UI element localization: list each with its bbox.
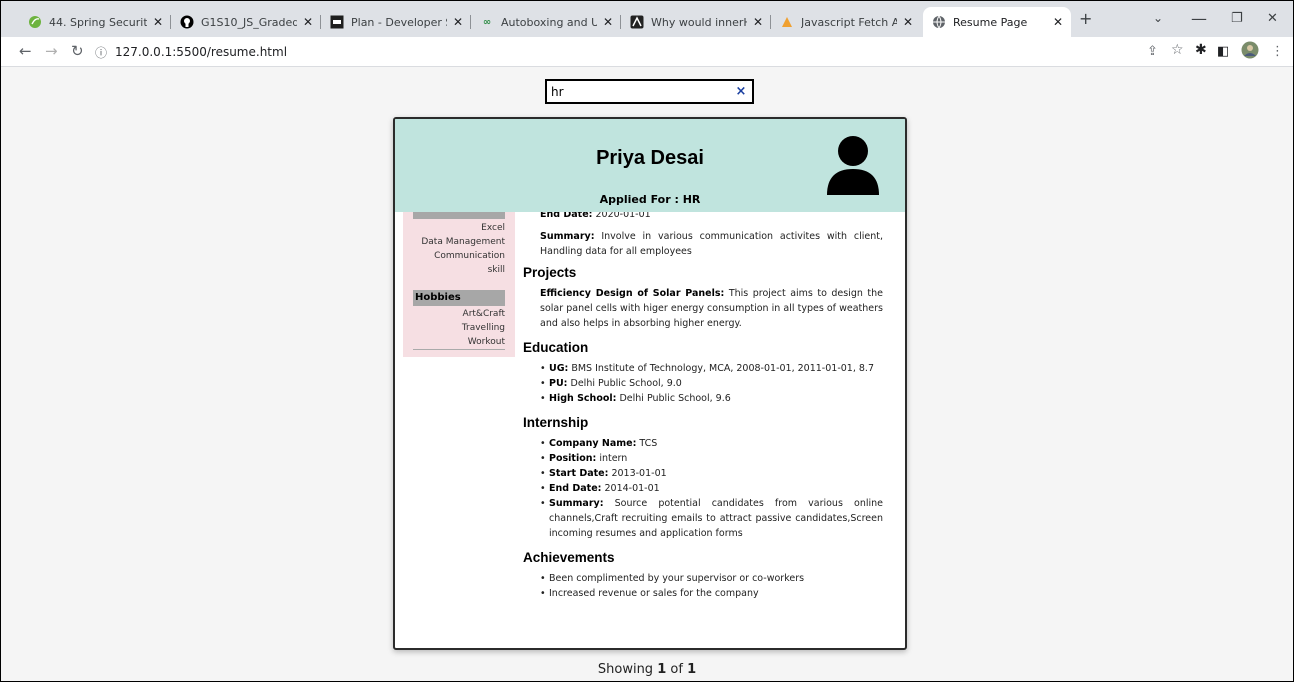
js-icon [779,14,795,30]
tab-search-chevron-icon[interactable]: ⌄ [1153,11,1163,25]
hobby-item: Travelling [461,323,505,333]
tab-strip: 44. Spring Security FA ✕ G1S10_JS_Graded… [1,1,1293,37]
search-value: hr [551,84,564,99]
achievements-list: Been complimented by your supervisor or … [540,571,883,601]
internship-item: End Date: 2014-01-01 [540,481,883,496]
profile-avatar[interactable] [1241,41,1259,63]
resume-card: Priya Desai Applied For : HR Excel Data … [393,117,907,650]
plan-icon [329,14,345,30]
internship-item: Position: intern [540,451,883,466]
project-item: Efficiency Design of Solar Panels: This … [540,288,883,329]
close-tab-icon[interactable]: ✕ [753,15,763,29]
close-tab-icon[interactable]: ✕ [903,15,913,29]
tab-resume-page[interactable]: Resume Page ✕ [923,7,1071,37]
applied-for: Applied For : HR [395,193,905,206]
spring-icon [27,14,43,30]
education-item: UG: BMS Institute of Technology, MCA, 20… [540,361,883,376]
skills-list: Excel Data Management Communication skil… [413,221,505,277]
side-panel-icon[interactable]: ◧ [1217,44,1229,59]
projects-heading: Projects [523,265,577,280]
resume-sidebar: Excel Data Management Communication skil… [403,199,515,357]
close-tab-icon[interactable]: ✕ [603,15,613,29]
back-icon[interactable]: ← [19,42,32,60]
bookmark-star-icon[interactable]: ☆ [1171,42,1184,58]
new-tab-button[interactable]: + [1079,9,1092,28]
skill-item: Data Management [421,237,505,247]
globe-icon [931,14,947,30]
internship-item: Start Date: 2013-01-01 [540,466,883,481]
skill-item: Communication [434,251,505,261]
education-item: PU: Delhi Public School, 9.0 [540,376,883,391]
close-tab-icon[interactable]: ✕ [153,15,163,29]
close-tab-icon[interactable]: ✕ [303,15,313,29]
tab-title: Why would innerHTM [651,15,747,29]
tab-github[interactable]: G1S10_JS_GradedProj ✕ [171,7,321,37]
gfg-icon: ∞ [482,16,492,28]
sidebar-divider [413,349,505,350]
share-icon[interactable]: ⇪ [1147,44,1158,59]
tab-spring-security[interactable]: 44. Spring Security FA ✕ [19,7,171,37]
address-bar[interactable]: ⓘ 127.0.0.1:5500/resume.html [95,41,287,63]
github-icon [179,14,195,30]
close-tab-icon[interactable]: ✕ [1053,15,1063,29]
tab-title: Javascript Fetch API - [801,15,897,29]
close-tab-icon[interactable]: ✕ [453,15,463,29]
tab-fetch-api[interactable]: Javascript Fetch API - ✕ [771,7,921,37]
resume-header: Priya Desai Applied For : HR [395,119,905,212]
tab-title: Resume Page [953,15,1028,29]
skill-item: Excel [481,223,505,233]
tab-title: 44. Spring Security FA [49,15,147,29]
applied-for-label: Applied For : [599,193,679,206]
tab-autoboxing[interactable]: ∞ Autoboxing and Unbo ✕ [471,7,621,37]
achievement-item: Increased revenue or sales for the compa… [540,586,883,601]
tab-innerhtml[interactable]: Why would innerHTM ✕ [621,7,771,37]
applied-for-value: HR [682,193,701,206]
tab-title: Plan - Developer Skills [351,15,447,29]
education-item: High School: Delhi Public School, 9.6 [540,391,883,406]
close-window-icon[interactable]: ✕ [1267,11,1278,26]
url-text: 127.0.0.1:5500/resume.html [115,45,288,59]
forward-icon[interactable]: → [45,42,58,60]
page-content: hr × Priya Desai Applied For : HR Excel [1,68,1293,681]
achievements-heading: Achievements [523,550,615,565]
extensions-icon[interactable]: ✱ [1195,42,1207,58]
hobby-item: Art&Craft [462,309,505,319]
achievement-item: Been complimented by your supervisor or … [540,571,883,586]
internship-item: Company Name: TCS [540,436,883,451]
info-icon[interactable]: ⓘ [95,44,107,61]
internship-list: Company Name: TCS Position: intern Start… [540,436,883,541]
internship-item: Summary: Source potential candidates fro… [540,496,883,541]
hobby-item: Workout [467,337,505,347]
work-summary: Summary: Involve in various communicatio… [540,231,883,257]
user-avatar-icon [827,136,879,195]
search-input[interactable]: hr × [545,79,754,104]
pagination-status: Showing 1 of 1 [597,662,697,677]
tab-plan[interactable]: Plan - Developer Skills ✕ [321,7,471,37]
address-toolbar: ← → ↻ ⓘ 127.0.0.1:5500/resume.html ⇪ ☆ ✱… [1,37,1293,67]
skill-item: skill [487,265,505,275]
education-list: UG: BMS Institute of Technology, MCA, 20… [540,361,883,406]
reload-icon[interactable]: ↻ [71,42,84,60]
browser-window: 44. Spring Security FA ✕ G1S10_JS_Graded… [0,0,1294,682]
tab-title: Autoboxing and Unbo [501,15,597,29]
restore-icon[interactable]: ❐ [1231,11,1243,26]
hobbies-heading: Hobbies [413,290,505,306]
education-heading: Education [523,340,589,355]
minimize-icon[interactable]: — [1191,9,1207,28]
tab-title: G1S10_JS_GradedProj [201,15,297,29]
hobbies-list: Art&Craft Travelling Workout [413,307,505,349]
clear-search-icon[interactable]: × [730,84,752,99]
menu-kebab-icon[interactable]: ⋮ [1271,44,1284,59]
resume-main: End Date: 2020-01-01 Summary: Involve in… [523,209,883,601]
internship-heading: Internship [523,415,589,430]
blog-icon [629,14,645,30]
